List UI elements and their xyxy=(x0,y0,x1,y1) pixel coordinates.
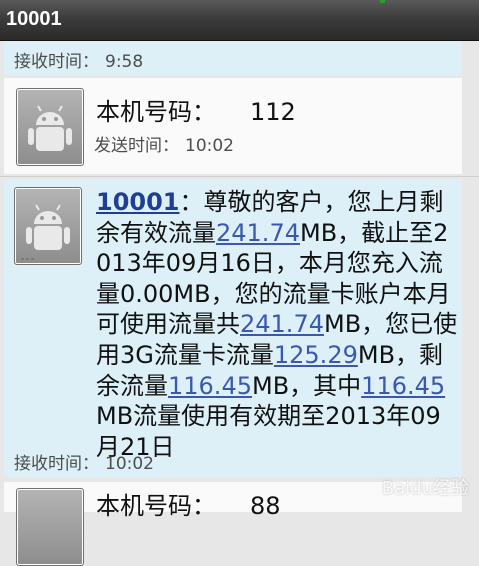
number-link[interactable]: 241.74 xyxy=(240,310,324,338)
sender-line: 本机号码： 112 xyxy=(96,92,296,127)
signal-indicator xyxy=(380,0,385,3)
own-number-label: 本机号码： xyxy=(96,492,216,520)
number-link[interactable]: 125.29 xyxy=(274,341,358,369)
android-avatar-icon xyxy=(28,105,72,151)
received-message[interactable]: 接收时间： 9:58 xyxy=(4,41,462,75)
sender-link[interactable]: 10001 xyxy=(96,188,180,216)
own-number-value: 88 xyxy=(250,492,281,520)
received-time: 接收时间： 10:02 xyxy=(14,454,154,474)
conversation-title: 10001 xyxy=(6,8,62,30)
sent-time: 发送时间： 10:02 xyxy=(94,136,234,156)
sent-message[interactable]: 本机号码： 112 发送时间： 10:02 xyxy=(4,78,462,174)
avatar[interactable] xyxy=(14,187,82,265)
avatar[interactable] xyxy=(16,488,84,566)
title-bar: 10001 xyxy=(0,0,479,41)
watermark-logo: Baidu经验 xyxy=(381,478,469,499)
own-number-value: 112 xyxy=(250,98,296,126)
own-number-label: 本机号码： xyxy=(96,98,216,126)
received-time: 接收时间： 9:58 xyxy=(14,52,144,72)
divider xyxy=(0,176,479,177)
received-message[interactable]: 10001：尊敬的客户，您上月剩余有效流量241.74MB，截止至2013年09… xyxy=(4,179,462,477)
avatar[interactable] xyxy=(16,88,84,166)
message-text: MB，其中 xyxy=(251,371,362,400)
android-avatar-icon xyxy=(21,204,70,260)
message-body[interactable]: 10001：尊敬的客户，您上月剩余有效流量241.74MB，截止至2013年09… xyxy=(96,187,461,462)
number-link[interactable]: 241.74 xyxy=(216,219,300,247)
number-link[interactable]: 116.45 xyxy=(361,372,445,400)
number-link[interactable]: 116.45 xyxy=(168,372,252,400)
